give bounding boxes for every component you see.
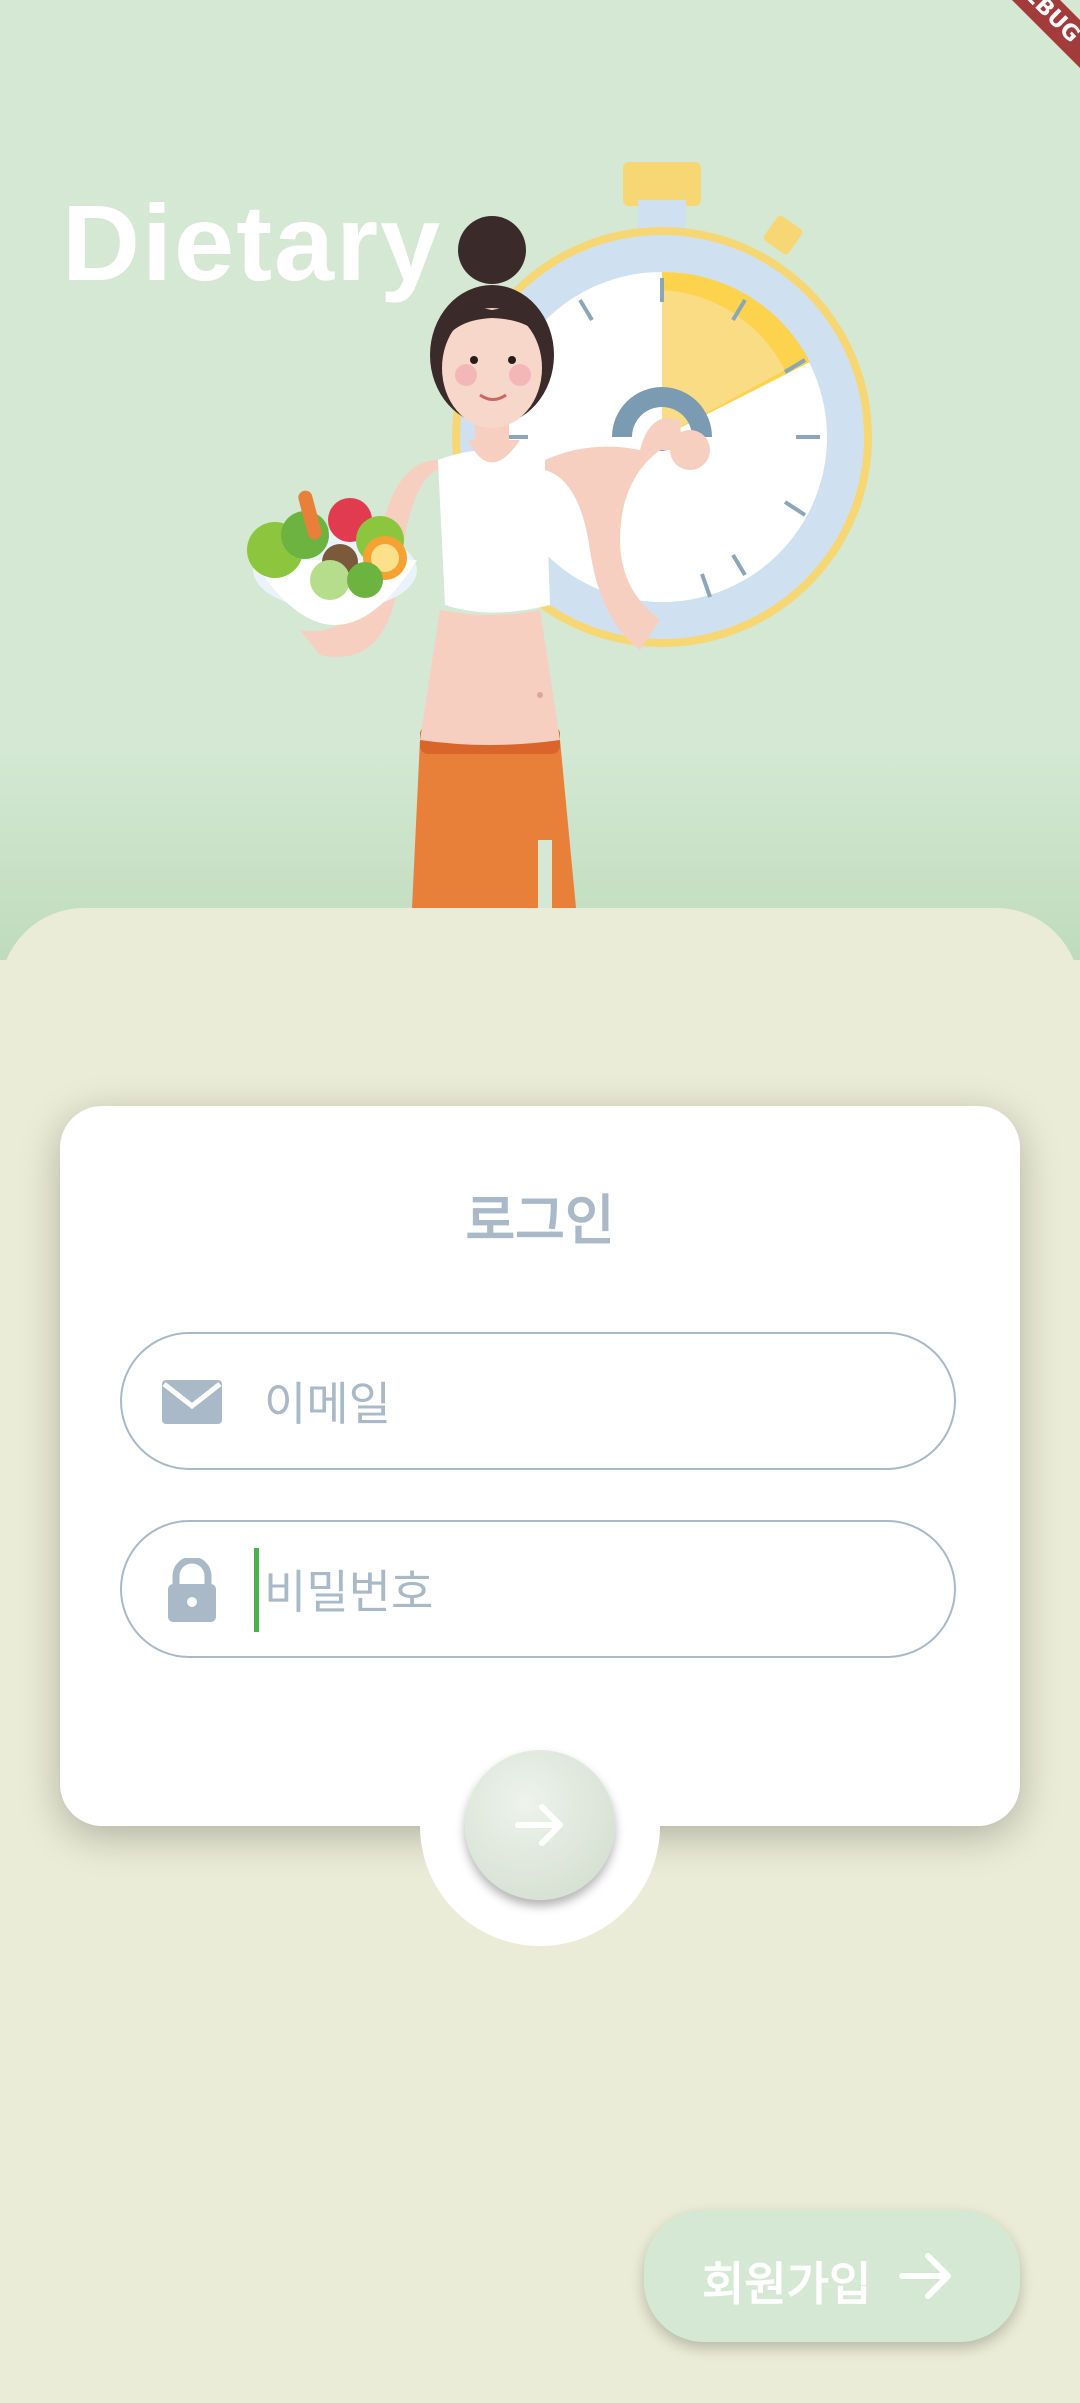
signup-label: 회원가입 <box>702 2257 872 2311</box>
email-field[interactable]: 이메일 <box>120 1332 956 1470</box>
hero-banner: DEBUG Dietary <box>0 0 1080 960</box>
login-submit-button[interactable] <box>465 1750 615 1900</box>
email-placeholder: 이메일 <box>264 1377 391 1431</box>
text-cursor <box>254 1548 259 1632</box>
password-placeholder: 비밀번호 <box>264 1565 434 1619</box>
envelope-icon <box>162 1380 222 1424</box>
password-field[interactable]: 비밀번호 <box>120 1520 956 1658</box>
lock-icon <box>168 1558 216 1622</box>
arrow-right-icon <box>515 1804 563 1846</box>
debug-ribbon: DEBUG <box>979 0 1080 75</box>
signup-button[interactable]: 회원가입 <box>644 2210 1020 2342</box>
woman-stopwatch-illustration <box>247 162 872 910</box>
arrow-right-icon <box>899 2253 951 2299</box>
login-heading: 로그인 <box>465 1189 615 1252</box>
